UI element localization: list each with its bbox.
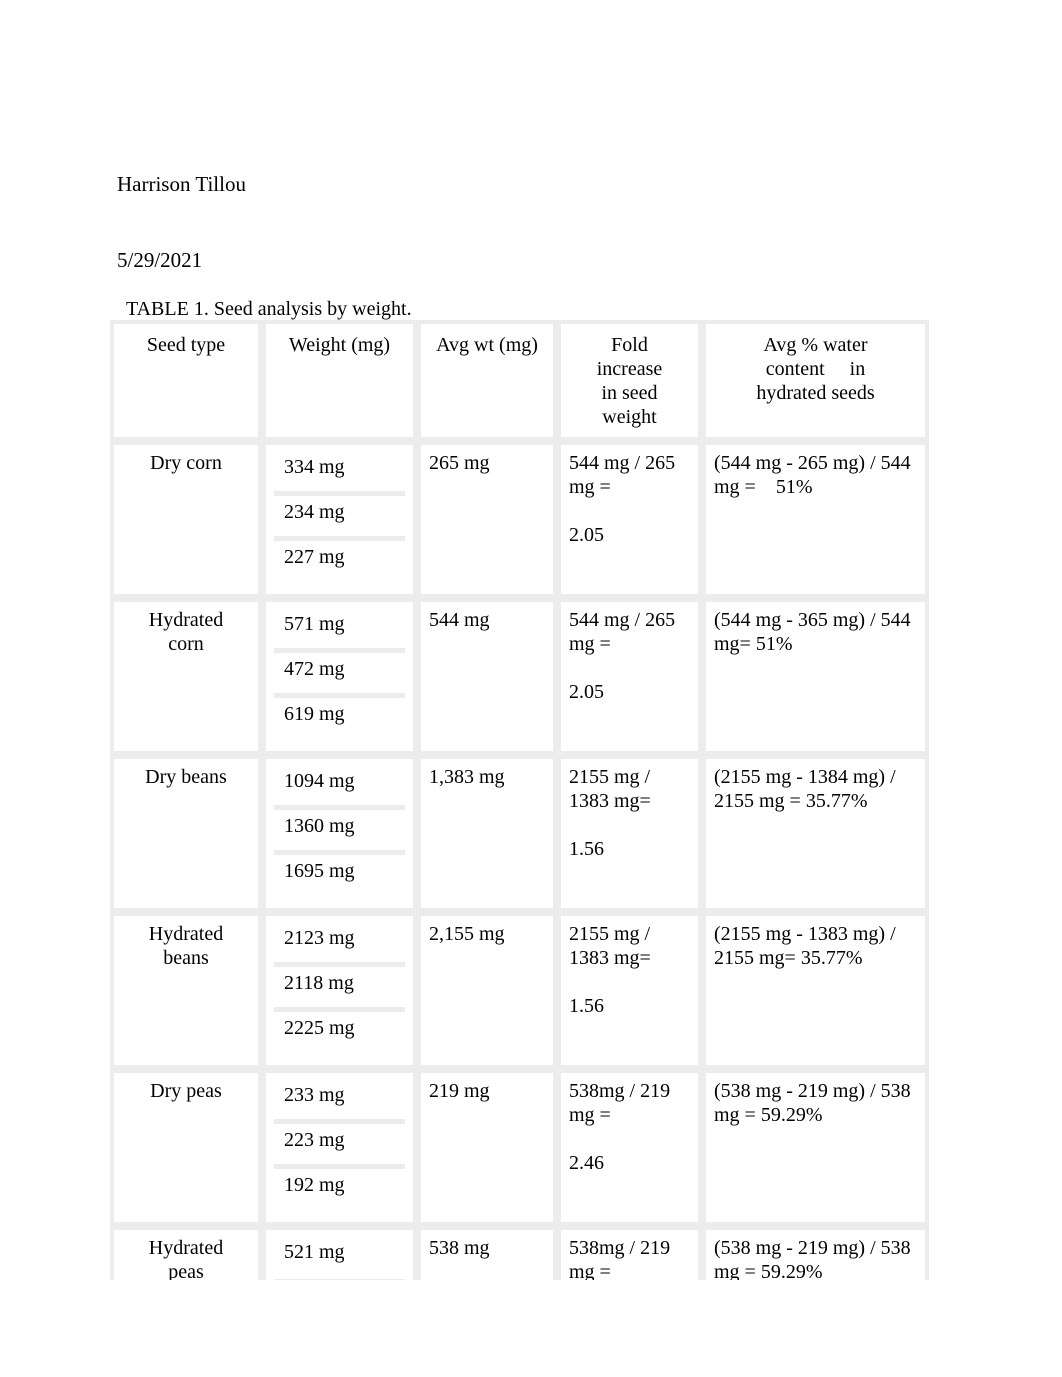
cell-fold-increase: 544 mg / 265 mg = 2.05 xyxy=(557,598,702,755)
cell-avg-pct-water: (2155 mg - 1383 mg) / 2155 mg= 35.77% xyxy=(702,912,929,1069)
weight-measurement: 227 mg xyxy=(274,541,405,586)
weight-measurement: 2225 mg xyxy=(274,1012,405,1057)
weight-measurement: 1360 mg xyxy=(274,810,405,855)
weight-measurement: 1695 mg xyxy=(274,855,405,900)
column-header-seed-type: Seed type xyxy=(110,320,262,441)
cell-avg-wt: 265 mg xyxy=(417,441,557,598)
cell-avg-pct-water: (544 mg - 265 mg) / 544 mg = 51% xyxy=(702,441,929,598)
cell-avg-pct-water: (544 mg - 365 mg) / 544 mg= 51% xyxy=(702,598,929,755)
cell-avg-pct-water: (538 mg - 219 mg) / 538 mg = 59.29% xyxy=(702,1069,929,1226)
cell-weights: 233 mg 223 mg 192 mg xyxy=(262,1069,417,1226)
cell-avg-wt: 2,155 mg xyxy=(417,912,557,1069)
column-header-fold-increase: Fold increase in seed weight xyxy=(557,320,702,441)
cell-fold-increase: 538mg / 219 mg = 2.46 xyxy=(557,1069,702,1226)
cell-weights: 571 mg 472 mg 619 mg xyxy=(262,598,417,755)
cell-avg-pct-water: (2155 mg - 1384 mg) / 2155 mg = 35.77% xyxy=(702,755,929,912)
table-row: Hydrated peas 521 mg 572 mg 538 mg 538mg… xyxy=(110,1226,929,1280)
weight-measurement: 234 mg xyxy=(274,496,405,541)
cell-fold-increase: 2155 mg / 1383 mg= 1.56 xyxy=(557,755,702,912)
weight-measurement: 2118 mg xyxy=(274,967,405,1012)
cell-seed-type: Dry beans xyxy=(110,755,262,912)
cell-seed-type: Dry peas xyxy=(110,1069,262,1226)
weight-measurement: 192 mg xyxy=(274,1169,405,1214)
cell-fold-increase: 538mg / 219 mg = xyxy=(557,1226,702,1280)
weight-measurement: 472 mg xyxy=(274,653,405,698)
cell-seed-type: Hydrated peas xyxy=(110,1226,262,1280)
weight-measurement: 521 mg xyxy=(274,1236,405,1280)
weight-measurement: 1094 mg xyxy=(274,765,405,810)
cell-avg-pct-water: (538 mg - 219 mg) / 538 mg = 59.29% xyxy=(702,1226,929,1280)
heading-line-author: Harrison Tillou xyxy=(117,172,246,197)
cell-avg-wt: 538 mg xyxy=(417,1226,557,1280)
cell-fold-increase: 2155 mg / 1383 mg= 1.56 xyxy=(557,912,702,1069)
weight-measurement: 571 mg xyxy=(274,608,405,653)
cell-seed-type: Dry corn xyxy=(110,441,262,598)
heading-line-date: 5/29/2021 xyxy=(117,248,203,273)
document-page: Harrison Tillou 5/29/2021 BIOL-1020 - Se… xyxy=(0,0,1062,1377)
cell-weights: 334 mg 234 mg 227 mg xyxy=(262,441,417,598)
cell-weights: 2123 mg 2118 mg 2225 mg xyxy=(262,912,417,1069)
weight-measurement: 2123 mg xyxy=(274,922,405,967)
table-caption: TABLE 1. Seed analysis by weight. xyxy=(126,298,412,320)
cell-seed-type: Hydrated beans xyxy=(110,912,262,1069)
column-header-avg-pct-water: Avg % water content in hydrated seeds xyxy=(702,320,929,441)
table-row: Dry corn 334 mg 234 mg 227 mg 265 mg 544… xyxy=(110,441,929,598)
table-header-row: Seed type Weight (mg) Avg wt (mg) Fold i… xyxy=(110,320,929,441)
weight-measurement: 223 mg xyxy=(274,1124,405,1169)
cell-avg-wt: 544 mg xyxy=(417,598,557,755)
cell-avg-wt: 219 mg xyxy=(417,1069,557,1226)
cell-weights: 1094 mg 1360 mg 1695 mg xyxy=(262,755,417,912)
cell-weights: 521 mg 572 mg xyxy=(262,1226,417,1280)
table-row: Hydrated beans 2123 mg 2118 mg 2225 mg 2… xyxy=(110,912,929,1069)
table-row: Dry peas 233 mg 223 mg 192 mg 219 mg 538… xyxy=(110,1069,929,1226)
weight-measurement: 619 mg xyxy=(274,698,405,743)
weight-measurement: 334 mg xyxy=(274,451,405,496)
weight-measurement: 233 mg xyxy=(274,1079,405,1124)
seed-analysis-table: Seed type Weight (mg) Avg wt (mg) Fold i… xyxy=(110,320,929,1280)
table-1-container: Seed type Weight (mg) Avg wt (mg) Fold i… xyxy=(110,320,929,1280)
column-header-weight: Weight (mg) xyxy=(262,320,417,441)
cell-seed-type: Hydrated corn xyxy=(110,598,262,755)
column-header-avg-wt: Avg wt (mg) xyxy=(417,320,557,441)
cell-avg-wt: 1,383 mg xyxy=(417,755,557,912)
table-row: Hydrated corn 571 mg 472 mg 619 mg 544 m… xyxy=(110,598,929,755)
cell-fold-increase: 544 mg / 265 mg = 2.05 xyxy=(557,441,702,598)
table-row: Dry beans 1094 mg 1360 mg 1695 mg 1,383 … xyxy=(110,755,929,912)
